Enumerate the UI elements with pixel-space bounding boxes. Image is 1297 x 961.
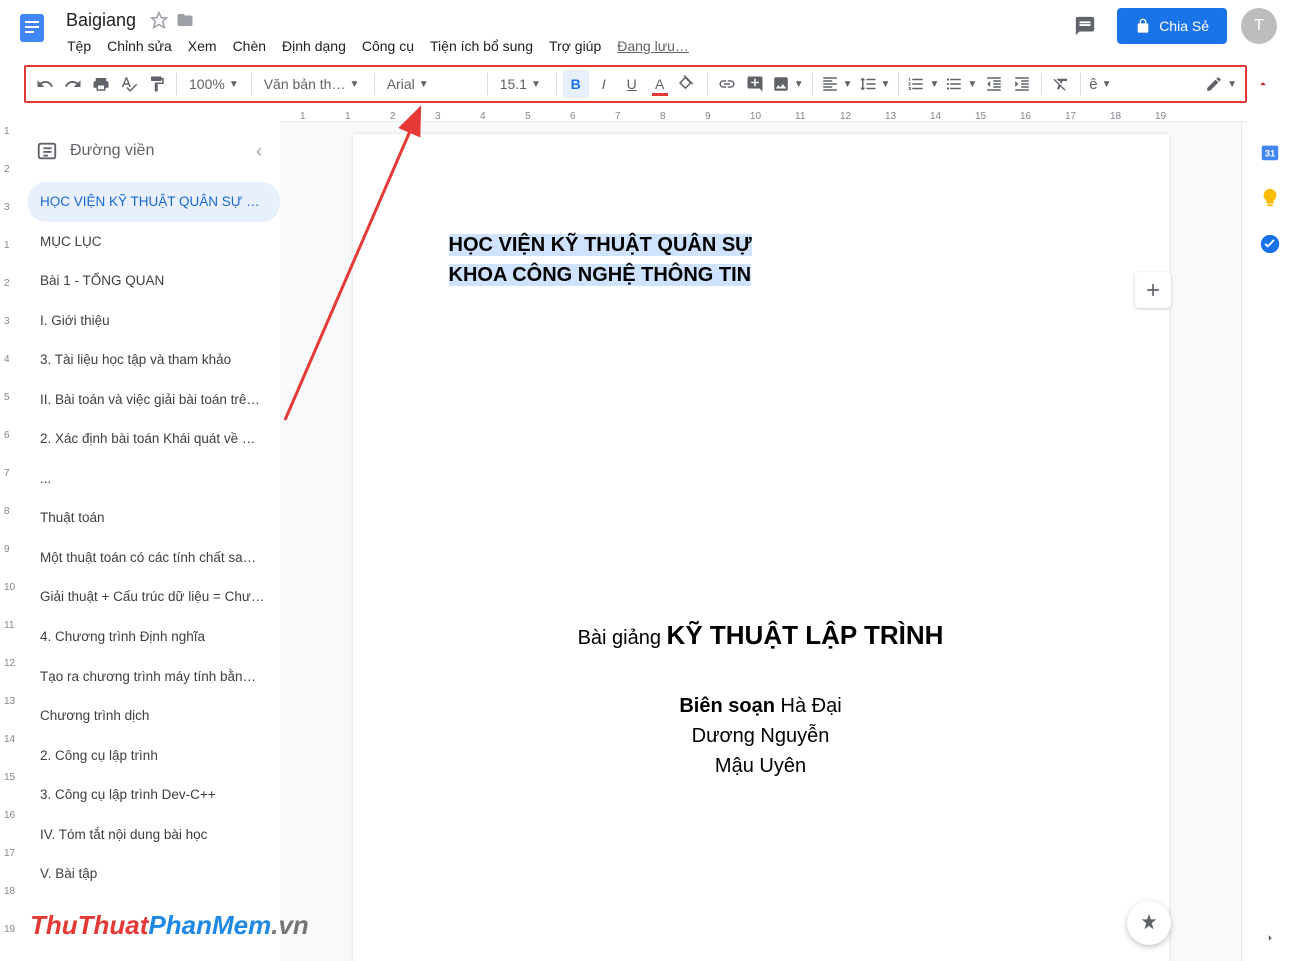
print-icon[interactable] [88,70,114,98]
text-color-icon[interactable]: A [647,70,673,98]
hide-toolbar-icon[interactable] [1253,77,1273,91]
side-panel-expand-icon[interactable] [1263,931,1277,945]
outline-item[interactable]: HỌC VIỆN KỸ THUẬT QUÂN SỰ K… [28,182,280,222]
toolbar: 100%▼ Văn bản th…▼ Arial▼ 15.1▼ B I U A … [24,65,1247,103]
underline-icon[interactable]: U [619,70,645,98]
vertical-ruler[interactable]: 12312345678910111213141516171819 [0,122,20,961]
line-spacing-icon[interactable]: ▼ [857,70,893,98]
keep-icon[interactable] [1258,186,1282,210]
tasks-icon[interactable] [1258,232,1282,256]
bulleted-list-icon[interactable]: ▼ [943,70,979,98]
align-icon[interactable]: ▼ [819,70,855,98]
menu-tools[interactable]: Công cụ [355,34,421,58]
add-comment-floating-icon[interactable] [1135,272,1171,308]
explore-button-icon[interactable] [1127,901,1171,945]
italic-icon[interactable]: I [591,70,617,98]
outline-collapse-icon[interactable]: ‹ [256,141,272,162]
author-block[interactable]: Biên soạn Hà Đại Dương Nguyễn Mậu Uyên [449,691,1073,781]
side-panel: 31 [1241,122,1297,961]
menu-format[interactable]: Định dạng [275,34,353,58]
user-avatar[interactable]: T [1241,8,1277,44]
folder-move-icon[interactable] [176,11,194,29]
calendar-icon[interactable]: 31 [1258,140,1282,164]
zoom-dropdown[interactable]: 100%▼ [183,70,245,98]
outline-item[interactable]: 3. Công cụ lập trình Dev-C++ [28,775,280,815]
outline-item[interactable]: Chương trình dịch [28,696,280,736]
highlight-color-icon[interactable] [675,70,701,98]
font-size-dropdown[interactable]: 15.1▼ [494,70,550,98]
menu-file[interactable]: Tệp [60,34,98,58]
outline-item[interactable]: IV. Tóm tắt nội dung bài học [28,815,280,855]
outline-item[interactable]: 2. Công cụ lập trình [28,736,280,776]
decrease-indent-icon[interactable] [981,70,1007,98]
outline-item[interactable]: I. Giới thiệu [28,301,280,341]
insert-image-icon[interactable]: ▼ [770,70,806,98]
insert-link-icon[interactable] [714,70,740,98]
doc-title[interactable]: Baigiang [60,8,142,33]
font-dropdown[interactable]: Arial▼ [381,70,481,98]
star-icon[interactable] [150,11,168,29]
outline-item[interactable]: Giải thuật + Cấu trúc dữ liệu = Chư… [28,577,280,617]
menu-view[interactable]: Xem [181,34,224,58]
numbered-list-icon[interactable]: ▼ [905,70,941,98]
outline-item[interactable]: 2. Xác định bài toán Khái quát về … [28,419,280,459]
outline-item[interactable]: V. Bài tập [28,854,280,894]
outline-item[interactable]: Một thuật toán có các tính chất sa… [28,538,280,578]
increase-indent-icon[interactable] [1009,70,1035,98]
outline-item[interactable]: Thuật toán [28,498,280,538]
outline-item[interactable]: Bài 1 - TỔNG QUAN [28,261,280,301]
outline-item[interactable]: II. Bài toán và việc giải bài toán trê… [28,380,280,420]
comments-icon[interactable] [1067,8,1103,44]
svg-text:31: 31 [1264,149,1274,159]
outline-list: HỌC VIỆN KỸ THUẬT QUÂN SỰ K…MỤC LỤCBài 1… [28,182,280,894]
clear-formatting-icon[interactable] [1048,70,1074,98]
outline-item[interactable]: Tạo ra chương trình máy tính bằn… [28,657,280,697]
menu-bar: Tệp Chỉnh sửa Xem Chèn Định dạng Công cụ… [60,32,1067,60]
styles-dropdown[interactable]: Văn bản th…▼ [258,70,368,98]
redo-icon[interactable] [60,70,86,98]
paint-format-icon[interactable] [144,70,170,98]
outline-sidebar: Đường viền ‹ HỌC VIỆN KỸ THUẬT QUÂN SỰ K… [20,122,280,961]
menu-edit[interactable]: Chỉnh sửa [100,34,179,58]
app-header: Baigiang Tệp Chỉnh sửa Xem Chèn Định dạn… [0,0,1297,64]
bold-icon[interactable]: B [563,70,589,98]
outline-item[interactable]: 4. Chương trình Định nghĩa [28,617,280,657]
title-area: Baigiang Tệp Chỉnh sửa Xem Chèn Định dạn… [60,8,1067,60]
share-button-label: Chia Sẻ [1159,18,1209,34]
saving-status: Đang lưu… [610,34,696,58]
selected-heading[interactable]: HỌC VIỆN KỸ THUẬT QUÂN SỰ KHOA CÔNG NGHỆ… [449,230,1073,290]
outline-icon [36,140,58,162]
toolbar-container: 100%▼ Văn bản th…▼ Arial▼ 15.1▼ B I U A … [0,64,1297,104]
input-tools-icon[interactable]: ê▼ [1087,70,1113,98]
outline-item[interactable]: MỤC LỤC [28,222,280,262]
menu-addons[interactable]: Tiện ích bổ sung [423,34,540,58]
document-page[interactable]: HỌC VIỆN KỸ THUẬT QUÂN SỰ KHOA CÔNG NGHỆ… [353,134,1169,961]
menu-help[interactable]: Trợ giúp [542,34,608,58]
spellcheck-icon[interactable] [116,70,142,98]
outline-title: Đường viền [70,142,244,160]
document-scroll-area[interactable]: HỌC VIỆN KỸ THUẬT QUÂN SỰ KHOA CÔNG NGHỆ… [280,122,1241,961]
undo-icon[interactable] [32,70,58,98]
share-button[interactable]: Chia Sẻ [1117,8,1227,44]
outline-item[interactable]: 3. Tài liệu học tập và tham khảo [28,340,280,380]
insert-comment-icon[interactable] [742,70,768,98]
document-title-block[interactable]: Bài giảng KỸ THUẬT LẬP TRÌNH [449,620,1073,651]
editing-mode-icon[interactable]: ▼ [1203,70,1239,98]
horizontal-ruler[interactable]: 112345678910111213141516171819 [280,104,1247,122]
menu-insert[interactable]: Chèn [226,34,273,58]
outline-item[interactable]: ... [28,459,280,499]
docs-logo-icon[interactable] [12,8,52,48]
